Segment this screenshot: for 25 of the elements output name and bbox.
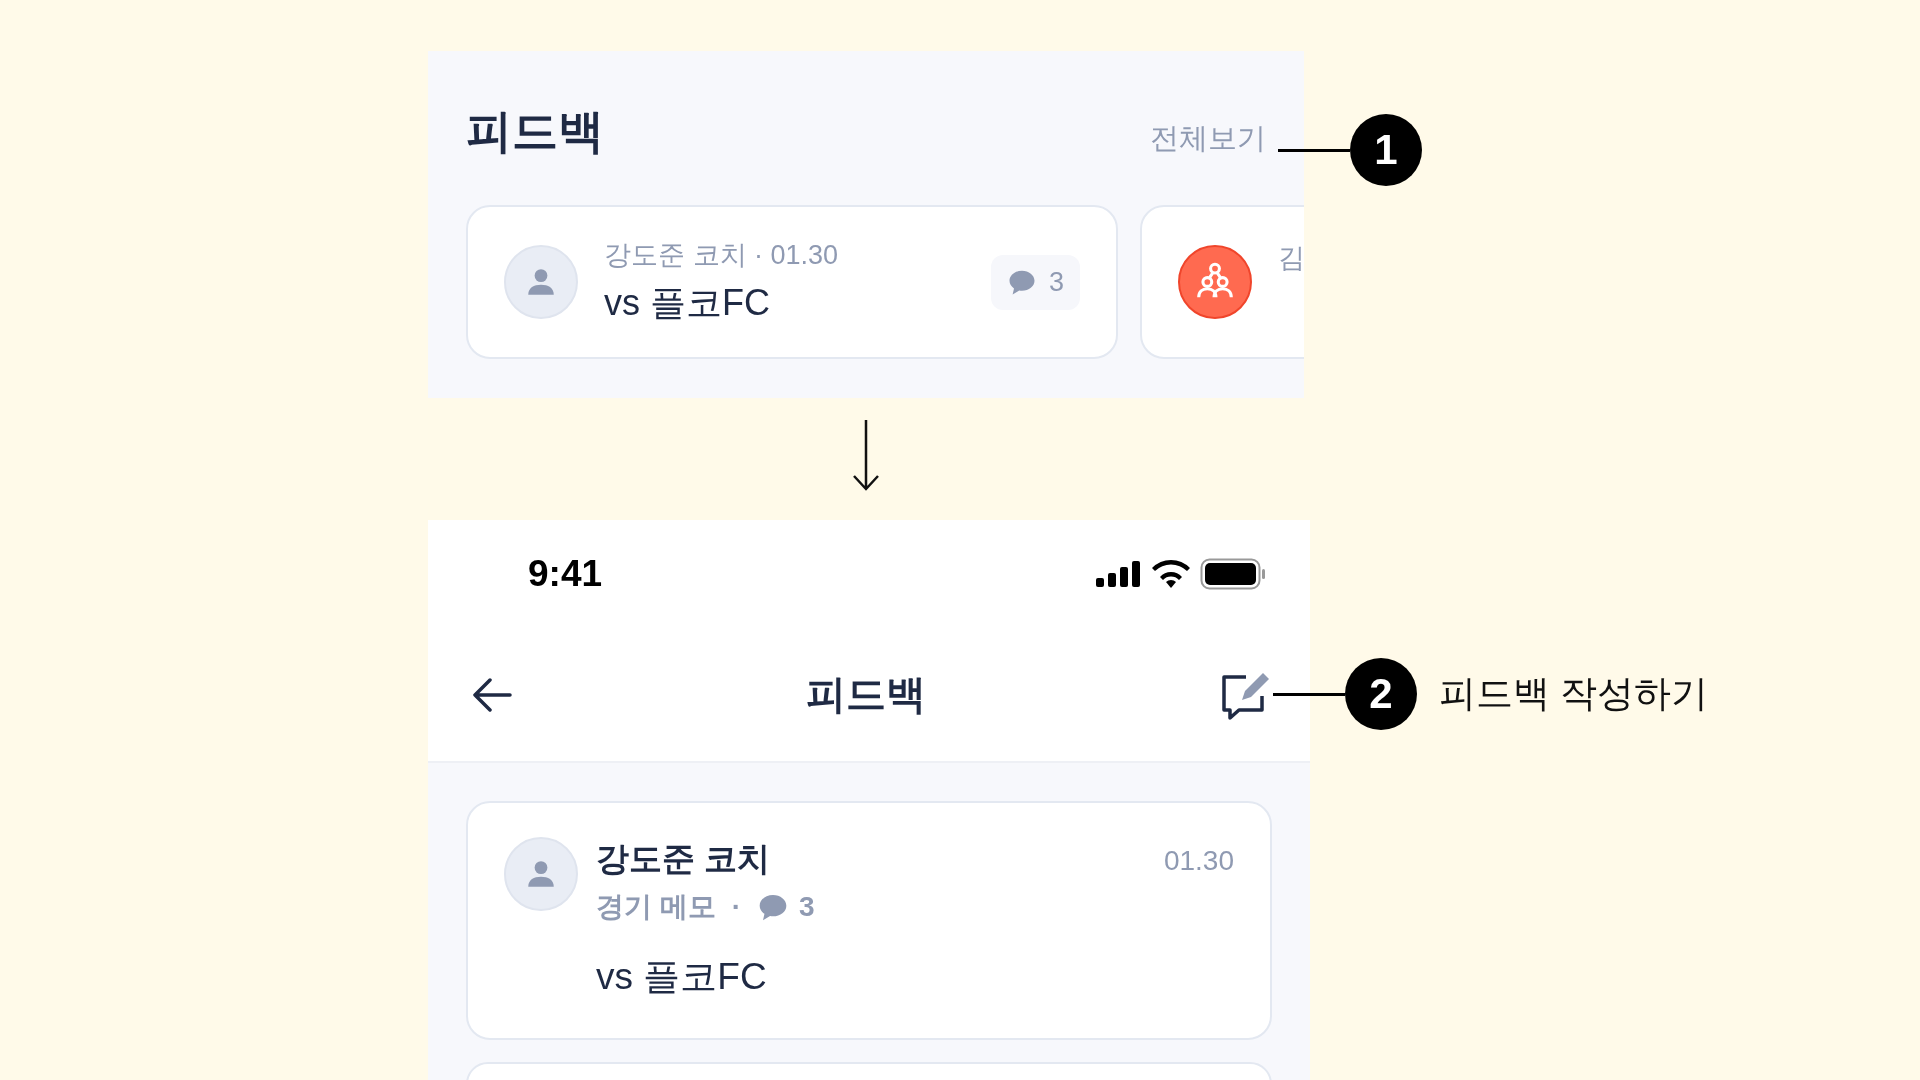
status-time: 9:41 [528,553,603,595]
callout-label: 피드백 작성하기 [1439,672,1709,716]
feedback-title: vs 플코FC [596,955,768,999]
screen-title: 피드백 [806,671,926,718]
battery-icon [1200,558,1266,590]
wifi-icon [1152,560,1190,588]
callout-number: 1 [1350,114,1422,186]
card-title: vs 플코FC [604,280,771,325]
section-title: 피드백 [466,104,604,159]
feedback-card[interactable]: 강도준 코치 · 01.30 vs 플코FC 3 [466,205,1118,359]
comment-count: 3 [990,254,1080,310]
author-name: 강도준 코치 [596,839,771,879]
leader-line [1278,148,1350,152]
feedback-card[interactable]: 강도준 코치 01.30 경기 메모 · 3 vs 플코FC [466,801,1272,1040]
signal-icon [1096,561,1142,587]
card-meta: 강도준 코치 · 01.30 [604,238,840,272]
leader-line [1273,692,1345,696]
feedback-category: 경기 메모 [596,890,716,924]
comment-count: 3 [799,891,815,923]
back-arrow-icon[interactable] [472,676,512,713]
down-arrow [852,420,880,492]
separator-dot: · [731,891,742,923]
card-meta: 김 [1278,242,1304,275]
feedback-date: 01.30 [1163,845,1234,877]
callout-number: 2 [1345,658,1417,730]
